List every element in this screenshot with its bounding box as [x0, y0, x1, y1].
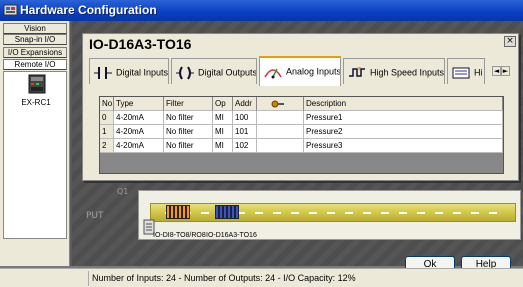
io-module-di8-to8[interactable] — [166, 205, 190, 219]
tab-remote-io[interactable]: Remote I/O — [3, 59, 67, 70]
cell-filter[interactable]: No filter — [164, 139, 213, 153]
scroll-right-icon[interactable]: ► — [501, 66, 510, 76]
analog-inputs-grid: No. Type Filter Op Addr Description 0 4-… — [99, 96, 504, 174]
high-speed-inputs-icon — [349, 66, 365, 77]
module-label-2: IO-D16A3-TO16 — [206, 232, 257, 239]
tab-digital-inputs[interactable]: Digital Inputs — [89, 58, 169, 84]
module-label-1: IO-DI8-TO8/RO8 — [153, 232, 206, 239]
canvas-label-q1: Q1 — [117, 187, 129, 196]
cell-link[interactable] — [257, 139, 304, 153]
title-bar: Hardware Configuration — [0, 0, 523, 21]
tab-label: High Speed Inputs — [370, 67, 445, 78]
cell-description[interactable]: Pressure1 — [304, 111, 503, 125]
more-icon — [452, 67, 470, 79]
cell-type[interactable]: 4-20mA — [114, 139, 164, 153]
header-type: Type — [114, 97, 164, 111]
remote-io-list: EX-RC1 — [3, 71, 67, 239]
cell-op[interactable]: MI — [213, 139, 233, 153]
header-description: Description — [304, 97, 503, 111]
digital-outputs-icon — [176, 66, 194, 80]
cell-link[interactable] — [257, 111, 304, 125]
hardware-config-icon — [3, 4, 18, 16]
io-tab-bar: Digital Inputs Digital Outputs Analog In… — [89, 56, 515, 86]
plc-module-icon — [28, 74, 46, 94]
table-row[interactable]: 1 4-20mA No filter MI 101 Pressure2 — [100, 125, 503, 139]
cell-addr[interactable]: 100 — [233, 111, 257, 125]
cell-description[interactable]: Pressure3 — [304, 139, 503, 153]
analog-inputs-icon — [264, 68, 282, 79]
table-row[interactable]: 0 4-20mA No filter MI 100 Pressure1 — [100, 111, 503, 125]
tab-analog-inputs[interactable]: Analog Inputs — [259, 56, 341, 86]
status-bar: Number of Inputs: 24 - Number of Outputs… — [0, 268, 523, 287]
cell-no: 1 — [100, 125, 114, 139]
grid-header-row: No. Type Filter Op Addr Description — [100, 97, 503, 111]
io-config-panel: IO-D16A3-TO16 × Digital Inputs Digital O… — [82, 33, 519, 181]
digital-inputs-icon — [94, 66, 112, 79]
cell-link[interactable] — [257, 125, 304, 139]
io-module-d16a3-to16[interactable] — [215, 205, 239, 219]
cell-no: 2 — [100, 139, 114, 153]
header-no: No. — [100, 97, 114, 111]
header-op: Op — [213, 97, 233, 111]
status-divider — [88, 271, 89, 286]
tab-scroller: ◄ ► — [492, 66, 512, 76]
canvas-label-output: PUT — [86, 211, 104, 221]
header-filter: Filter — [164, 97, 213, 111]
header-addr: Addr — [233, 97, 257, 111]
cell-op[interactable]: MI — [213, 125, 233, 139]
tab-vision[interactable]: Vision — [3, 23, 67, 34]
close-icon[interactable]: × — [504, 36, 516, 47]
tab-io-expansions[interactable]: I/O Expansions — [3, 47, 67, 58]
cell-no: 0 — [100, 111, 114, 125]
window-title: Hardware Configuration — [20, 3, 157, 17]
cell-addr[interactable]: 101 — [233, 125, 257, 139]
tab-label: Hi — [474, 67, 483, 78]
status-text: Number of Inputs: 24 - Number of Outputs… — [92, 273, 356, 283]
cell-filter[interactable]: No filter — [164, 125, 213, 139]
link-icon — [271, 100, 284, 108]
header-link — [257, 97, 304, 111]
tab-label: Analog Inputs — [286, 66, 341, 77]
list-item-label: EX-RC1 — [21, 98, 51, 107]
scroll-left-icon[interactable]: ◄ — [492, 66, 501, 76]
tab-label: Digital Inputs — [116, 67, 169, 78]
din-rail — [150, 203, 516, 222]
cell-addr[interactable]: 102 — [233, 139, 257, 153]
table-row[interactable]: 2 4-20mA No filter MI 102 Pressure3 — [100, 139, 503, 153]
panel-title: IO-D16A3-TO16 — [89, 36, 192, 52]
tab-snap-in-io[interactable]: Snap-in I/O — [3, 34, 67, 45]
cell-type[interactable]: 4-20mA — [114, 125, 164, 139]
cell-type[interactable]: 4-20mA — [114, 111, 164, 125]
cell-description[interactable]: Pressure2 — [304, 125, 503, 139]
tab-high-speed-inputs[interactable]: High Speed Inputs — [343, 58, 445, 84]
tab-label: Digital Outputs — [198, 67, 257, 78]
cell-op[interactable]: MI — [213, 111, 233, 125]
tab-more[interactable]: Hi — [447, 58, 485, 84]
cell-filter[interactable]: No filter — [164, 111, 213, 125]
tab-digital-outputs[interactable]: Digital Outputs — [171, 58, 257, 84]
left-panel: Vision Snap-in I/O I/O Expansions Remote… — [0, 21, 70, 266]
